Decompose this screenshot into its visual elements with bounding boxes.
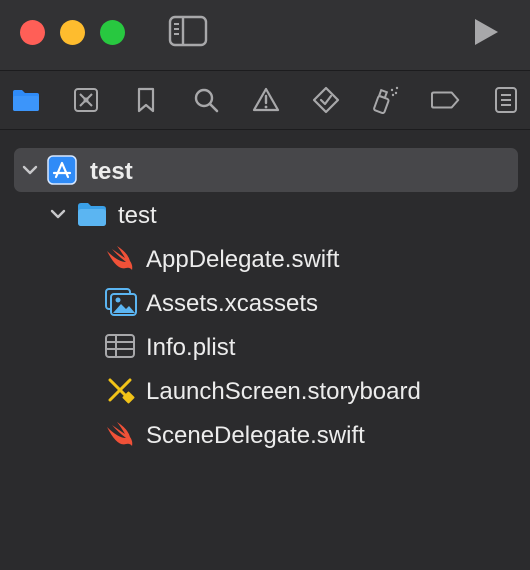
tree-row-group[interactable]: test [14,192,518,236]
image-assets-icon [104,287,137,317]
tree-row-project[interactable]: test [14,148,518,192]
tree-row-file[interactable]: SceneDelegate.swift [14,412,518,456]
swift-icon [104,243,136,273]
search-icon[interactable] [191,85,221,115]
source-control-icon[interactable] [71,85,101,115]
sidebar-toggle-icon[interactable] [168,15,208,47]
warning-icon[interactable] [251,85,281,115]
test-diamond-icon[interactable] [311,85,341,115]
tree-row-file[interactable]: LaunchScreen.storyboard [14,368,518,412]
swift-icon [104,419,136,449]
bookmark-icon[interactable] [131,85,161,115]
folder-icon [76,199,108,229]
file-label: Info.plist [146,334,236,361]
report-list-icon[interactable] [491,85,521,115]
storyboard-icon [104,375,136,405]
close-window-button[interactable] [20,20,45,45]
zoom-window-button[interactable] [100,20,125,45]
table-icon [104,331,136,361]
app-project-icon [46,155,78,185]
tree-row-file[interactable]: Assets.xcassets [14,280,518,324]
navigator-divider [0,129,530,130]
project-label: test [90,158,133,185]
file-label: SceneDelegate.swift [146,422,365,449]
group-label: test [118,202,157,229]
run-icon[interactable] [472,16,500,48]
file-label: Assets.xcassets [146,290,319,317]
minimize-window-button[interactable] [60,20,85,45]
chevron-down-icon[interactable] [20,160,40,180]
navigator-tab-bar [0,71,530,129]
tree-row-file[interactable]: Info.plist [14,324,518,368]
folder-icon[interactable] [11,85,41,115]
chevron-down-icon[interactable] [48,204,68,224]
file-label: AppDelegate.swift [146,246,340,273]
breakpoint-tag-icon[interactable] [431,85,461,115]
tree-row-file[interactable]: AppDelegate.swift [14,236,518,280]
title-bar [0,0,530,70]
file-label: LaunchScreen.storyboard [146,378,421,405]
spray-icon[interactable] [371,85,401,115]
